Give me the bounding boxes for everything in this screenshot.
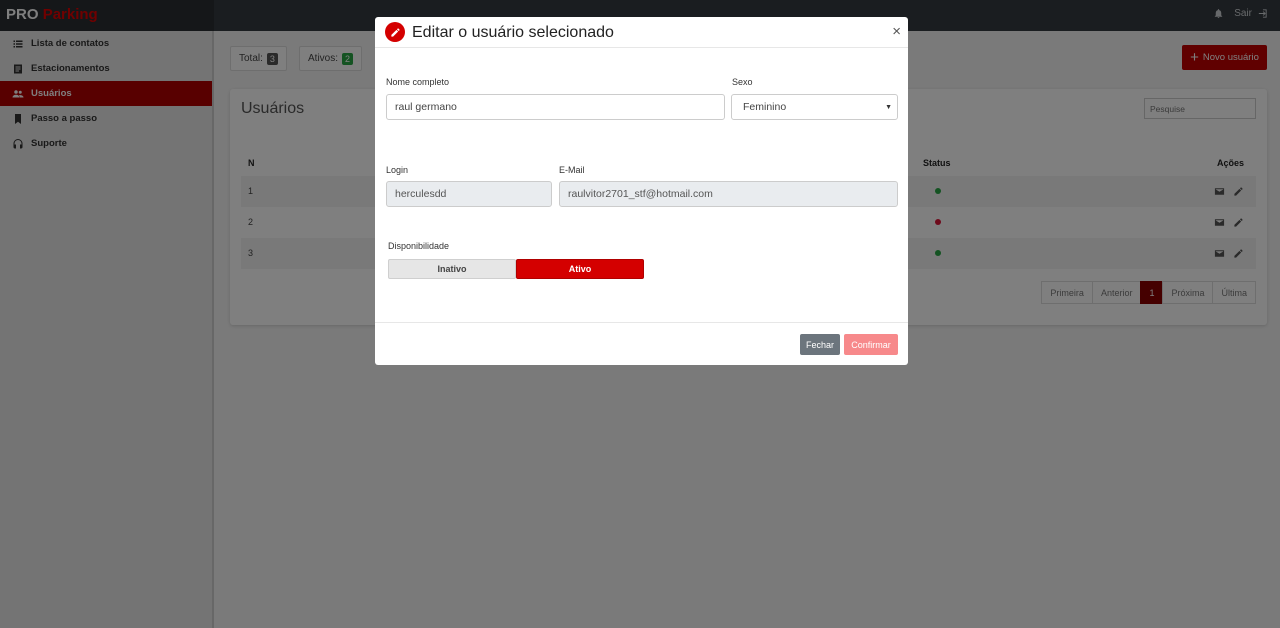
modal-title: Editar o usuário selecionado [412, 24, 614, 41]
chevron-down-icon: ▼ [885, 104, 892, 111]
full-name-label: Nome completo [386, 77, 450, 87]
availability-label: Disponibilidade [388, 241, 450, 251]
confirm-button[interactable]: Confirmar [844, 334, 898, 355]
full-name-input[interactable] [386, 94, 725, 120]
sex-label: Sexo [732, 77, 753, 87]
pencil-icon [385, 22, 405, 42]
email-label: E-Mail [559, 165, 585, 175]
availability-inactive-button[interactable]: Inativo [388, 259, 516, 279]
availability-toggle: Inativo Ativo [388, 259, 644, 279]
login-label: Login [386, 165, 409, 175]
login-input[interactable] [386, 181, 552, 207]
close-button[interactable]: Fechar [800, 334, 840, 355]
sex-select[interactable]: Feminino ▼ [731, 94, 898, 120]
sex-selected-value: Feminino [743, 101, 787, 113]
email-input[interactable] [559, 181, 898, 207]
edit-user-modal: Editar o usuário selecionado × Nome comp… [375, 17, 908, 365]
modal-header: Editar o usuário selecionado × [375, 17, 908, 48]
modal-footer: Fechar Confirmar [375, 322, 908, 365]
close-icon[interactable]: × [892, 24, 901, 39]
availability-active-button[interactable]: Ativo [516, 259, 644, 279]
